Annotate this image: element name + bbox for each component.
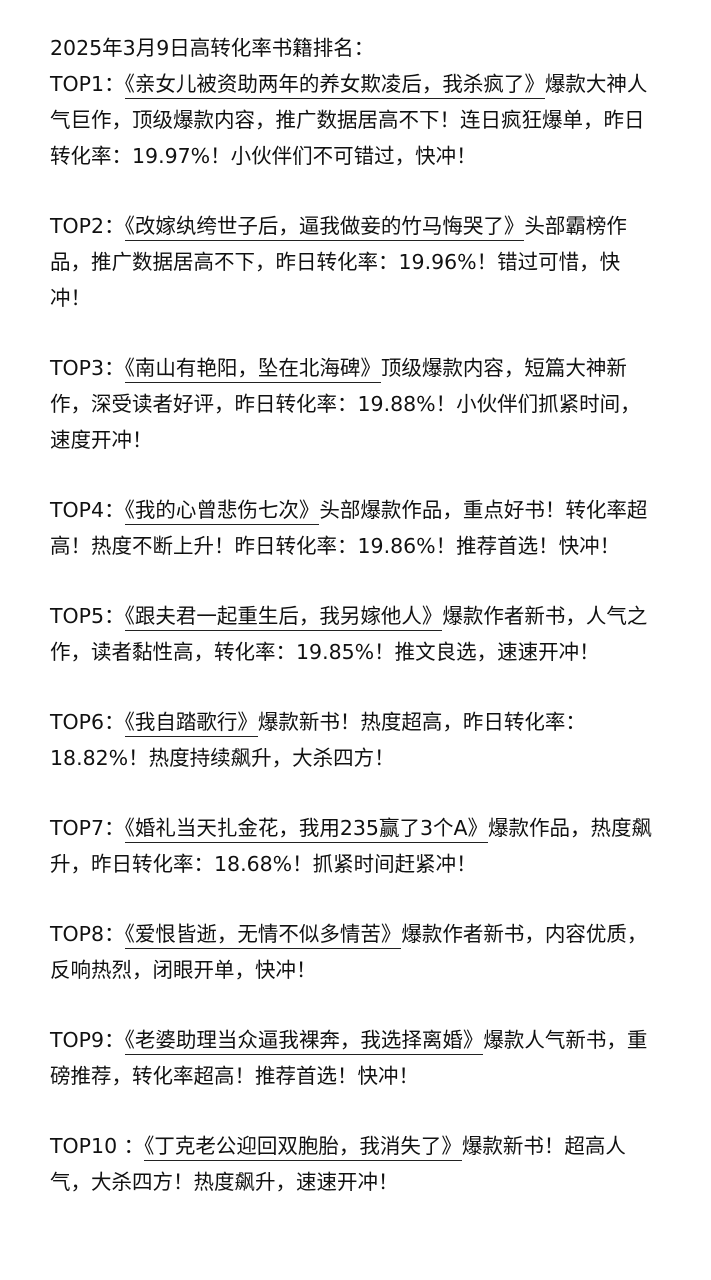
rank-label: TOP7： (50, 816, 125, 840)
book-title: 《南山有艳阳，坠在北海碑》 (124, 356, 381, 383)
book-title: 《婚礼当天扎金花，我用235赢了3个A》 (124, 816, 489, 843)
ranking-entry-9: TOP9：《老婆助理当众逼我裸奔，我选择离婚》爆款人气新书，重磅推荐，转化率超高… (50, 1022, 661, 1094)
book-title: 《丁克老公迎回双胞胎，我消失了》 (144, 1134, 462, 1161)
rank-label: TOP2： (50, 214, 125, 238)
rank-label: TOP4： (50, 498, 125, 522)
rank-label: TOP6： (50, 710, 125, 734)
ranking-entry-1: TOP1：《亲女儿被资助两年的养女欺凌后，我杀疯了》爆款大神人气巨作，顶级爆款内… (50, 66, 661, 174)
book-title: 《亲女儿被资助两年的养女欺凌后，我杀疯了》 (124, 72, 545, 99)
ranking-entry-4: TOP4：《我的心曾悲伤七次》头部爆款作品，重点好书！转化率超高！热度不断上升！… (50, 492, 661, 564)
ranking-entry-5: TOP5：《跟夫君一起重生后，我另嫁他人》爆款作者新书，人气之作，读者黏性高，转… (50, 598, 661, 670)
book-title: 《我自踏歌行》 (124, 710, 258, 737)
book-title: 《我的心曾悲伤七次》 (124, 498, 320, 525)
ranking-entry-8: TOP8：《爱恨皆逝，无情不似多情苦》爆款作者新书，内容优质，反响热烈，闭眼开单… (50, 916, 661, 988)
rank-label: TOP1： (50, 72, 125, 96)
book-title: 《跟夫君一起重生后，我另嫁他人》 (124, 604, 443, 631)
book-title: 《爱恨皆逝，无情不似多情苦》 (124, 922, 402, 949)
rank-label: TOP8： (50, 922, 125, 946)
ranking-document: 2025年3月9日高转化率书籍排名： TOP1：《亲女儿被资助两年的养女欺凌后，… (0, 0, 711, 1280)
book-title: 《改嫁纨绔世子后，逼我做妾的竹马悔哭了》 (124, 214, 525, 241)
ranking-entry-6: TOP6：《我自踏歌行》爆款新书！热度超高，昨日转化率：18.82%！热度持续飙… (50, 704, 661, 776)
ranking-entry-10: TOP10 ：《丁克老公迎回双胞胎，我消失了》爆款新书！超高人气，大杀四方！热度… (50, 1128, 661, 1200)
ranking-entry-3: TOP3：《南山有艳阳，坠在北海碑》顶级爆款内容，短篇大神新作，深受读者好评，昨… (50, 350, 661, 458)
book-title: 《老婆助理当众逼我裸奔，我选择离婚》 (124, 1028, 484, 1055)
page-title: 2025年3月9日高转化率书籍排名： (50, 36, 375, 60)
ranking-entry-2: TOP2：《改嫁纨绔世子后，逼我做妾的竹马悔哭了》头部霸榜作品，推广数据居高不下… (50, 208, 661, 316)
rank-label: TOP9： (50, 1028, 125, 1052)
rank-label: TOP10 ： (50, 1134, 145, 1158)
rank-label: TOP3： (50, 356, 125, 380)
rank-label: TOP5： (50, 604, 125, 628)
ranking-entry-7: TOP7：《婚礼当天扎金花，我用235赢了3个A》爆款作品，热度飙升，昨日转化率… (50, 810, 661, 882)
